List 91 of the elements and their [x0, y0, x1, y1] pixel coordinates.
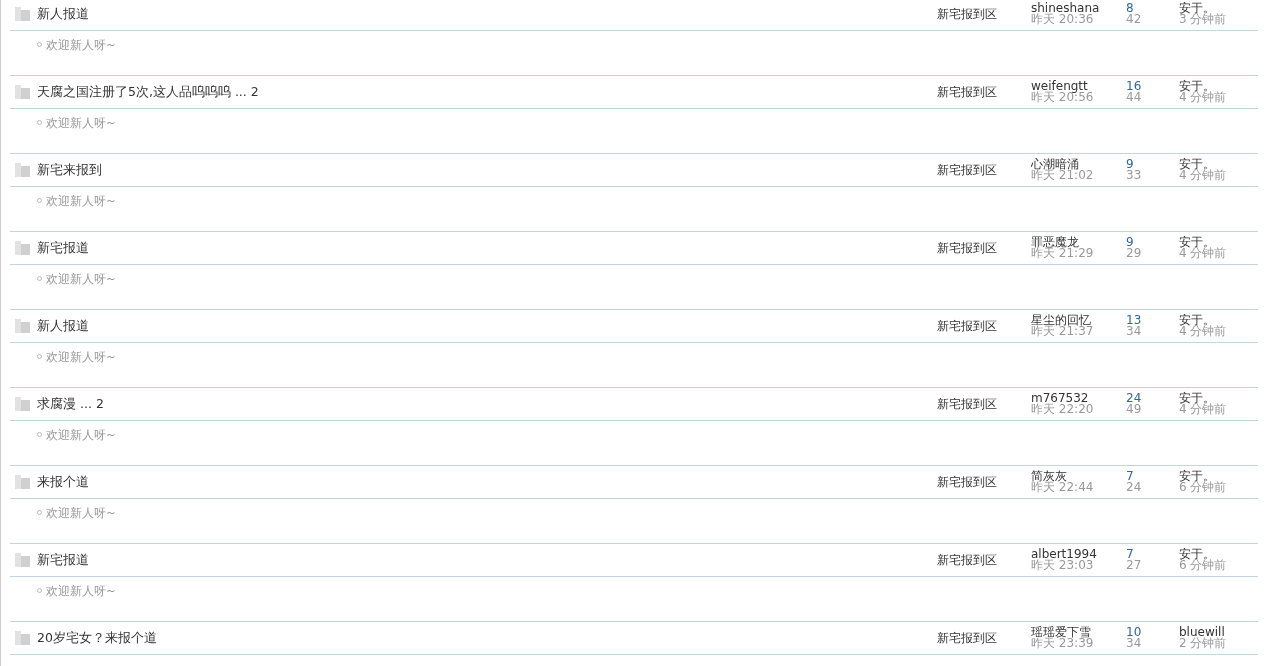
reply-count: 24 — [1126, 393, 1143, 404]
author-link[interactable]: albert1994 — [1031, 549, 1126, 560]
post-time: 昨天 20:56 — [1031, 92, 1095, 103]
reply-count: 13 — [1126, 315, 1143, 326]
reply-excerpt: 欢迎新人呀~ — [46, 428, 116, 443]
view-count: 24 — [1126, 482, 1143, 493]
author-link[interactable]: shineshana — [1031, 3, 1126, 14]
forum-link[interactable]: 新宅报到区 — [937, 473, 1031, 491]
forum-link[interactable]: 新宅报到区 — [937, 83, 1031, 101]
thread-title-link[interactable]: 新宅报道 — [37, 239, 89, 257]
thread-title-link[interactable]: 天腐之国注册了5次,这人品呜呜呜 ... — [37, 83, 247, 101]
reply-excerpt: 欢迎新人呀~ — [46, 116, 116, 131]
page-link[interactable]: 2 — [250, 83, 259, 101]
view-count: 42 — [1126, 14, 1143, 25]
last-post-time: 4 分钟前 — [1179, 92, 1228, 103]
last-post-time: 4 分钟前 — [1179, 404, 1228, 415]
author-link[interactable]: 星尘的回忆 — [1031, 315, 1126, 326]
thread-title-link[interactable]: 求腐漫 ... — [37, 395, 92, 413]
post-time: 昨天 20:36 — [1031, 14, 1094, 25]
last-post-time: 4 分钟前 — [1179, 170, 1228, 181]
view-count: 34 — [1126, 326, 1143, 337]
post-time: 昨天 23:39 — [1031, 638, 1095, 649]
post-time: 昨天 22:44 — [1031, 482, 1095, 493]
forum-link[interactable]: 新宅报到区 — [937, 551, 1031, 569]
reply-excerpt: 欢迎新人呀~ — [46, 350, 116, 365]
last-poster-link[interactable]: 安于。 — [1179, 159, 1258, 170]
thread-title-link[interactable]: 新人报道 — [37, 317, 89, 335]
reply-count: 16 — [1126, 81, 1143, 92]
last-poster-link[interactable]: 安于。 — [1179, 315, 1258, 326]
view-count: 49 — [1126, 404, 1143, 415]
thread-title-link[interactable]: 新宅报道 — [37, 551, 89, 569]
thread-title-link[interactable]: 新人报道 — [37, 5, 89, 23]
last-poster-link[interactable]: bluewill — [1179, 627, 1258, 638]
view-count: 34 — [1126, 638, 1143, 649]
reply-excerpt: 欢迎新人呀~ — [46, 506, 116, 521]
forum-link[interactable]: 新宅报到区 — [937, 239, 1031, 257]
last-poster-link[interactable]: 安于。 — [1179, 237, 1258, 248]
folder-icon — [15, 631, 30, 645]
forum-link[interactable]: 新宅报到区 — [937, 629, 1031, 647]
forum-link[interactable]: 新宅报到区 — [937, 317, 1031, 335]
post-time: 昨天 21:29 — [1031, 248, 1095, 259]
page-link[interactable]: 2 — [95, 395, 104, 413]
post-time: 昨天 22:20 — [1031, 404, 1095, 415]
last-poster-link[interactable]: 安于。 — [1179, 3, 1258, 14]
post-time: 昨天 23:03 — [1031, 560, 1094, 571]
folder-icon — [15, 319, 30, 333]
view-count: 29 — [1126, 248, 1143, 259]
last-post-time: 4 分钟前 — [1179, 326, 1228, 337]
last-poster-link[interactable]: 安于。 — [1179, 393, 1258, 404]
author-link[interactable]: weifengtt — [1031, 81, 1126, 92]
author-link[interactable]: 心潮暗涌 — [1031, 159, 1126, 170]
author-link[interactable]: 罪恶魔龙 — [1031, 237, 1126, 248]
last-post-time: 6 分钟前 — [1179, 482, 1228, 493]
reply-excerpt: 欢迎新人呀~ — [46, 38, 116, 53]
thread-title-link[interactable]: 来报个道 — [37, 473, 89, 491]
folder-icon — [15, 7, 30, 21]
reply-count: 10 — [1126, 627, 1143, 638]
folder-icon — [15, 85, 30, 99]
last-poster-link[interactable]: 安于。 — [1179, 81, 1258, 92]
view-count: 27 — [1126, 560, 1143, 571]
view-count: 44 — [1126, 92, 1143, 103]
last-post-time: 2 分钟前 — [1179, 638, 1228, 649]
author-link[interactable]: m767532 — [1031, 393, 1126, 404]
forum-link[interactable]: 新宅报到区 — [937, 5, 1031, 23]
last-poster-link[interactable]: 安于。 — [1179, 471, 1258, 482]
last-post-time: 4 分钟前 — [1179, 248, 1228, 259]
folder-icon — [15, 241, 30, 255]
thread-title-link[interactable]: 新宅来报到 — [37, 161, 102, 179]
author-link[interactable]: 简灰灰 — [1031, 471, 1126, 482]
reply-count: 9 — [1126, 237, 1134, 248]
folder-icon — [15, 163, 30, 177]
reply-count: 9 — [1126, 159, 1134, 170]
forum-link[interactable]: 新宅报到区 — [937, 161, 1031, 179]
post-time: 昨天 21:37 — [1031, 326, 1095, 337]
thread-title-link[interactable]: 20岁宅女？来报个道 — [37, 629, 157, 647]
last-post-time: 6 分钟前 — [1179, 560, 1228, 571]
reply-count: 7 — [1126, 549, 1134, 560]
post-time: 昨天 21:02 — [1031, 170, 1095, 181]
reply-excerpt: 欢迎新人呀~ — [46, 584, 116, 599]
last-poster-link[interactable]: 安于。 — [1179, 549, 1258, 560]
folder-icon — [15, 397, 30, 411]
reply-count: 8 — [1126, 3, 1134, 14]
reply-excerpt: 欢迎新人呀~ — [46, 272, 116, 287]
reply-excerpt: 欢迎新人呀~ — [46, 194, 116, 209]
folder-icon — [15, 553, 30, 567]
reply-count: 7 — [1126, 471, 1134, 482]
view-count: 33 — [1126, 170, 1143, 181]
forum-link[interactable]: 新宅报到区 — [937, 395, 1031, 413]
folder-icon — [15, 475, 30, 489]
last-post-time: 3 分钟前 — [1179, 14, 1228, 25]
author-link[interactable]: 瑶瑶爱下雪 — [1031, 627, 1126, 638]
